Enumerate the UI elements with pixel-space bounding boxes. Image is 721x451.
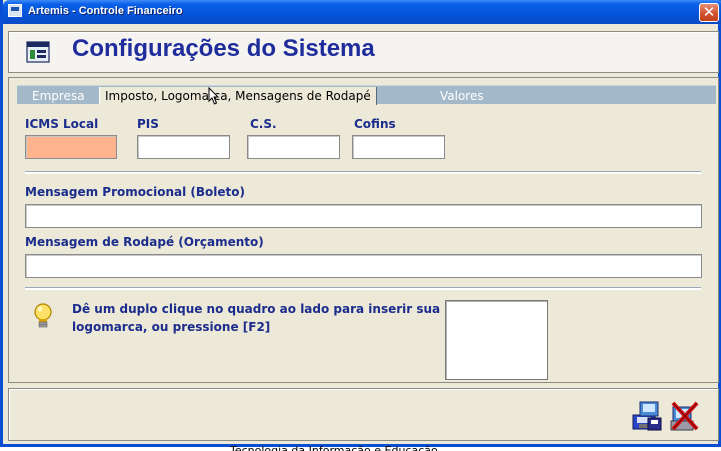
lightbulb-icon <box>34 303 52 328</box>
title-bar[interactable]: Artemis - Controle Financeiro ✕ <box>3 0 721 24</box>
logo-instructions: Dê um duplo clique no quadro ao lado par… <box>72 302 441 334</box>
page-title: Configurações do Sistema <box>72 35 375 62</box>
promo-message-label: Mensagem Promocional (Boleto) <box>25 185 245 199</box>
tab-strip: Empresa Imposto, Logomarca, Mensagens de… <box>17 85 716 105</box>
settings-window-icon <box>26 41 50 63</box>
separator <box>25 287 701 290</box>
icms-local-field[interactable] <box>25 135 117 159</box>
app-icon <box>8 4 22 17</box>
logo-image-box[interactable] <box>445 300 548 380</box>
mouse-cursor-icon <box>208 87 220 105</box>
cofins-field[interactable] <box>352 135 445 159</box>
close-icon: ✕ <box>702 3 716 21</box>
save-icon[interactable] <box>630 399 664 433</box>
app-window: Artemis - Controle Financeiro ✕ Configur… <box>0 0 721 447</box>
window-title: Artemis - Controle Financeiro <box>28 5 183 17</box>
tab-imposto-logomarca-mensagens[interactable]: Imposto, Logomarca, Mensagens de Rodapé <box>99 87 377 105</box>
promo-message-field[interactable] <box>25 204 702 228</box>
pis-field[interactable] <box>137 135 230 159</box>
footer-panel <box>8 388 719 441</box>
header-panel: Configurações do Sistema <box>8 31 719 73</box>
cofins-label: Cofins <box>354 117 396 131</box>
separator <box>25 171 701 174</box>
cs-label: C.S. <box>250 117 277 131</box>
pis-label: PIS <box>137 117 159 131</box>
cs-field[interactable] <box>247 135 340 159</box>
settings-panel: Empresa Imposto, Logomarca, Mensagens de… <box>8 77 719 383</box>
icms-label: ICMS Local <box>25 117 99 131</box>
close-button[interactable]: ✕ <box>699 3 719 22</box>
footer-message-field[interactable] <box>25 254 702 278</box>
footer-message-label: Mensagem de Rodapé (Orçamento) <box>25 235 264 249</box>
tab-empresa[interactable]: Empresa <box>27 87 90 105</box>
cancel-icon[interactable] <box>667 399 701 433</box>
bottom-caption: Tecnologia da Informação e Educação <box>230 444 438 451</box>
tab-valores[interactable]: Valores <box>435 87 489 105</box>
